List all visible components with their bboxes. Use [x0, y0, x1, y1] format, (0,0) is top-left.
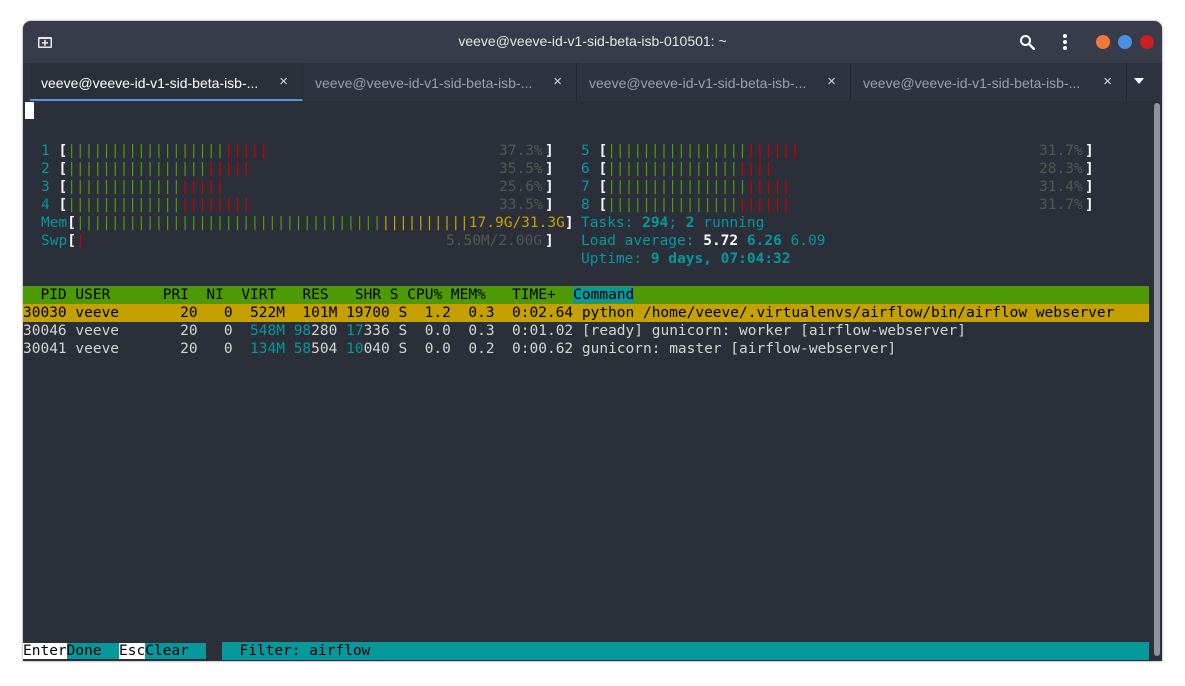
- cpu-meter-7: 7 [|||||||||||||||||||||: [581, 179, 791, 195]
- tab-label: veeve@veeve-id-v1-sid-beta-isb-...: [863, 75, 1081, 91]
- tab-label: veeve@veeve-id-v1-sid-beta-isb-...: [589, 75, 807, 91]
- done-action[interactable]: Done: [66, 643, 120, 659]
- cpu-percent: 31.7%: [1039, 197, 1083, 213]
- tab-close-button[interactable]: ×: [553, 74, 562, 90]
- close-window-button[interactable]: [1140, 35, 1154, 49]
- cpu-percent: 31.4%: [1039, 179, 1083, 195]
- uptime: Uptime: 9 days, 07:04:32: [581, 251, 791, 267]
- tasks-summary: Tasks: 294; 2 running: [581, 215, 765, 231]
- tab-2[interactable]: veeve@veeve-id-v1-sid-beta-isb-... ×: [304, 63, 577, 101]
- cpu-percent: 31.7%: [1039, 143, 1083, 159]
- terminal-content[interactable]: 1 [||||||||||||||||||||||| 37.3% ] 2 [||…: [23, 101, 1149, 661]
- tab-close-button[interactable]: ×: [827, 74, 836, 90]
- terminal-window: veeve@veeve-id-v1-sid-beta-isb-010501: ~…: [23, 21, 1162, 661]
- cpu-meter-1: 1 [|||||||||||||||||||||||: [41, 143, 268, 159]
- clear-action[interactable]: Clear: [145, 643, 207, 659]
- htop-footer: EnterDone EscClear Filter: airflow: [23, 642, 1149, 660]
- terminal-cursor: [25, 102, 34, 119]
- esc-key[interactable]: Esc: [119, 643, 146, 659]
- tab-bar: veeve@veeve-id-v1-sid-beta-isb-... × vee…: [23, 63, 1162, 101]
- tab-4[interactable]: veeve@veeve-id-v1-sid-beta-isb-... ×: [852, 63, 1127, 101]
- cpu-meter-6: 6 [|||||||||||||||||||: [581, 161, 774, 177]
- cpu-percent: 33.5%: [499, 197, 543, 213]
- maximize-button[interactable]: [1118, 35, 1132, 49]
- title-bar[interactable]: veeve@veeve-id-v1-sid-beta-isb-010501: ~: [23, 21, 1162, 63]
- process-table-header[interactable]: PID USER PRI NI VIRT RES SHR S CPU% MEM%…: [23, 286, 1149, 304]
- tab-label: veeve@veeve-id-v1-sid-beta-isb-...: [315, 75, 533, 91]
- cpu-percent: 35.5%: [499, 161, 543, 177]
- load-average: Load average: 5.72 6.26 6.09: [581, 233, 826, 249]
- tab-close-button[interactable]: ×: [1103, 74, 1112, 90]
- cpu-percent: 28.3%: [1039, 161, 1083, 177]
- cpu-percent: 25.6%: [499, 179, 543, 195]
- cpu-meter-5: 5 [||||||||||||||||||||||: [581, 143, 800, 159]
- cpu-meter-4: 4 [|||||||||||||||||||||: [41, 197, 251, 213]
- swap-value: 5.50M/2.00G: [446, 233, 543, 249]
- cpu-meter-2: 2 [|||||||||||||||||||||: [41, 161, 251, 177]
- cpu-percent: 37.3%: [499, 143, 543, 159]
- minimize-button[interactable]: [1096, 35, 1110, 49]
- cpu-meter-3: 3 [||||||||||||||||||: [41, 179, 225, 195]
- search-icon[interactable]: [1019, 34, 1035, 50]
- sort-column-command: Command: [573, 287, 635, 303]
- tab-label: veeve@veeve-id-v1-sid-beta-isb-...: [41, 75, 259, 91]
- mem-meter: Mem[||||||||||||||||||||||||||||||||||||…: [41, 215, 574, 231]
- tab-1[interactable]: veeve@veeve-id-v1-sid-beta-isb-... ×: [30, 63, 303, 101]
- kebab-menu-icon[interactable]: [1061, 33, 1069, 51]
- table-row[interactable]: 30046 veeve 20 0 548M 98280 17336 S 0.0 …: [23, 322, 966, 340]
- tab-3[interactable]: veeve@veeve-id-v1-sid-beta-isb-... ×: [578, 63, 851, 101]
- cpu-meter-8: 8 [|||||||||||||||||||||: [581, 197, 791, 213]
- window-title: veeve@veeve-id-v1-sid-beta-isb-010501: ~: [458, 33, 727, 49]
- swap-meter: Swp[|: [41, 233, 85, 249]
- chevron-down-icon[interactable]: [1134, 78, 1144, 84]
- table-row[interactable]: 30030 veeve 20 0 522M 101M 19700 S 1.2 0…: [23, 304, 1149, 322]
- tab-close-button[interactable]: ×: [279, 74, 288, 90]
- filter-input[interactable]: Filter: airflow: [222, 642, 1149, 660]
- table-row[interactable]: 30041 veeve 20 0 134M 58504 10040 S 0.0 …: [23, 340, 896, 358]
- scrollbar[interactable]: [1154, 103, 1160, 656]
- enter-key[interactable]: Enter: [23, 643, 67, 659]
